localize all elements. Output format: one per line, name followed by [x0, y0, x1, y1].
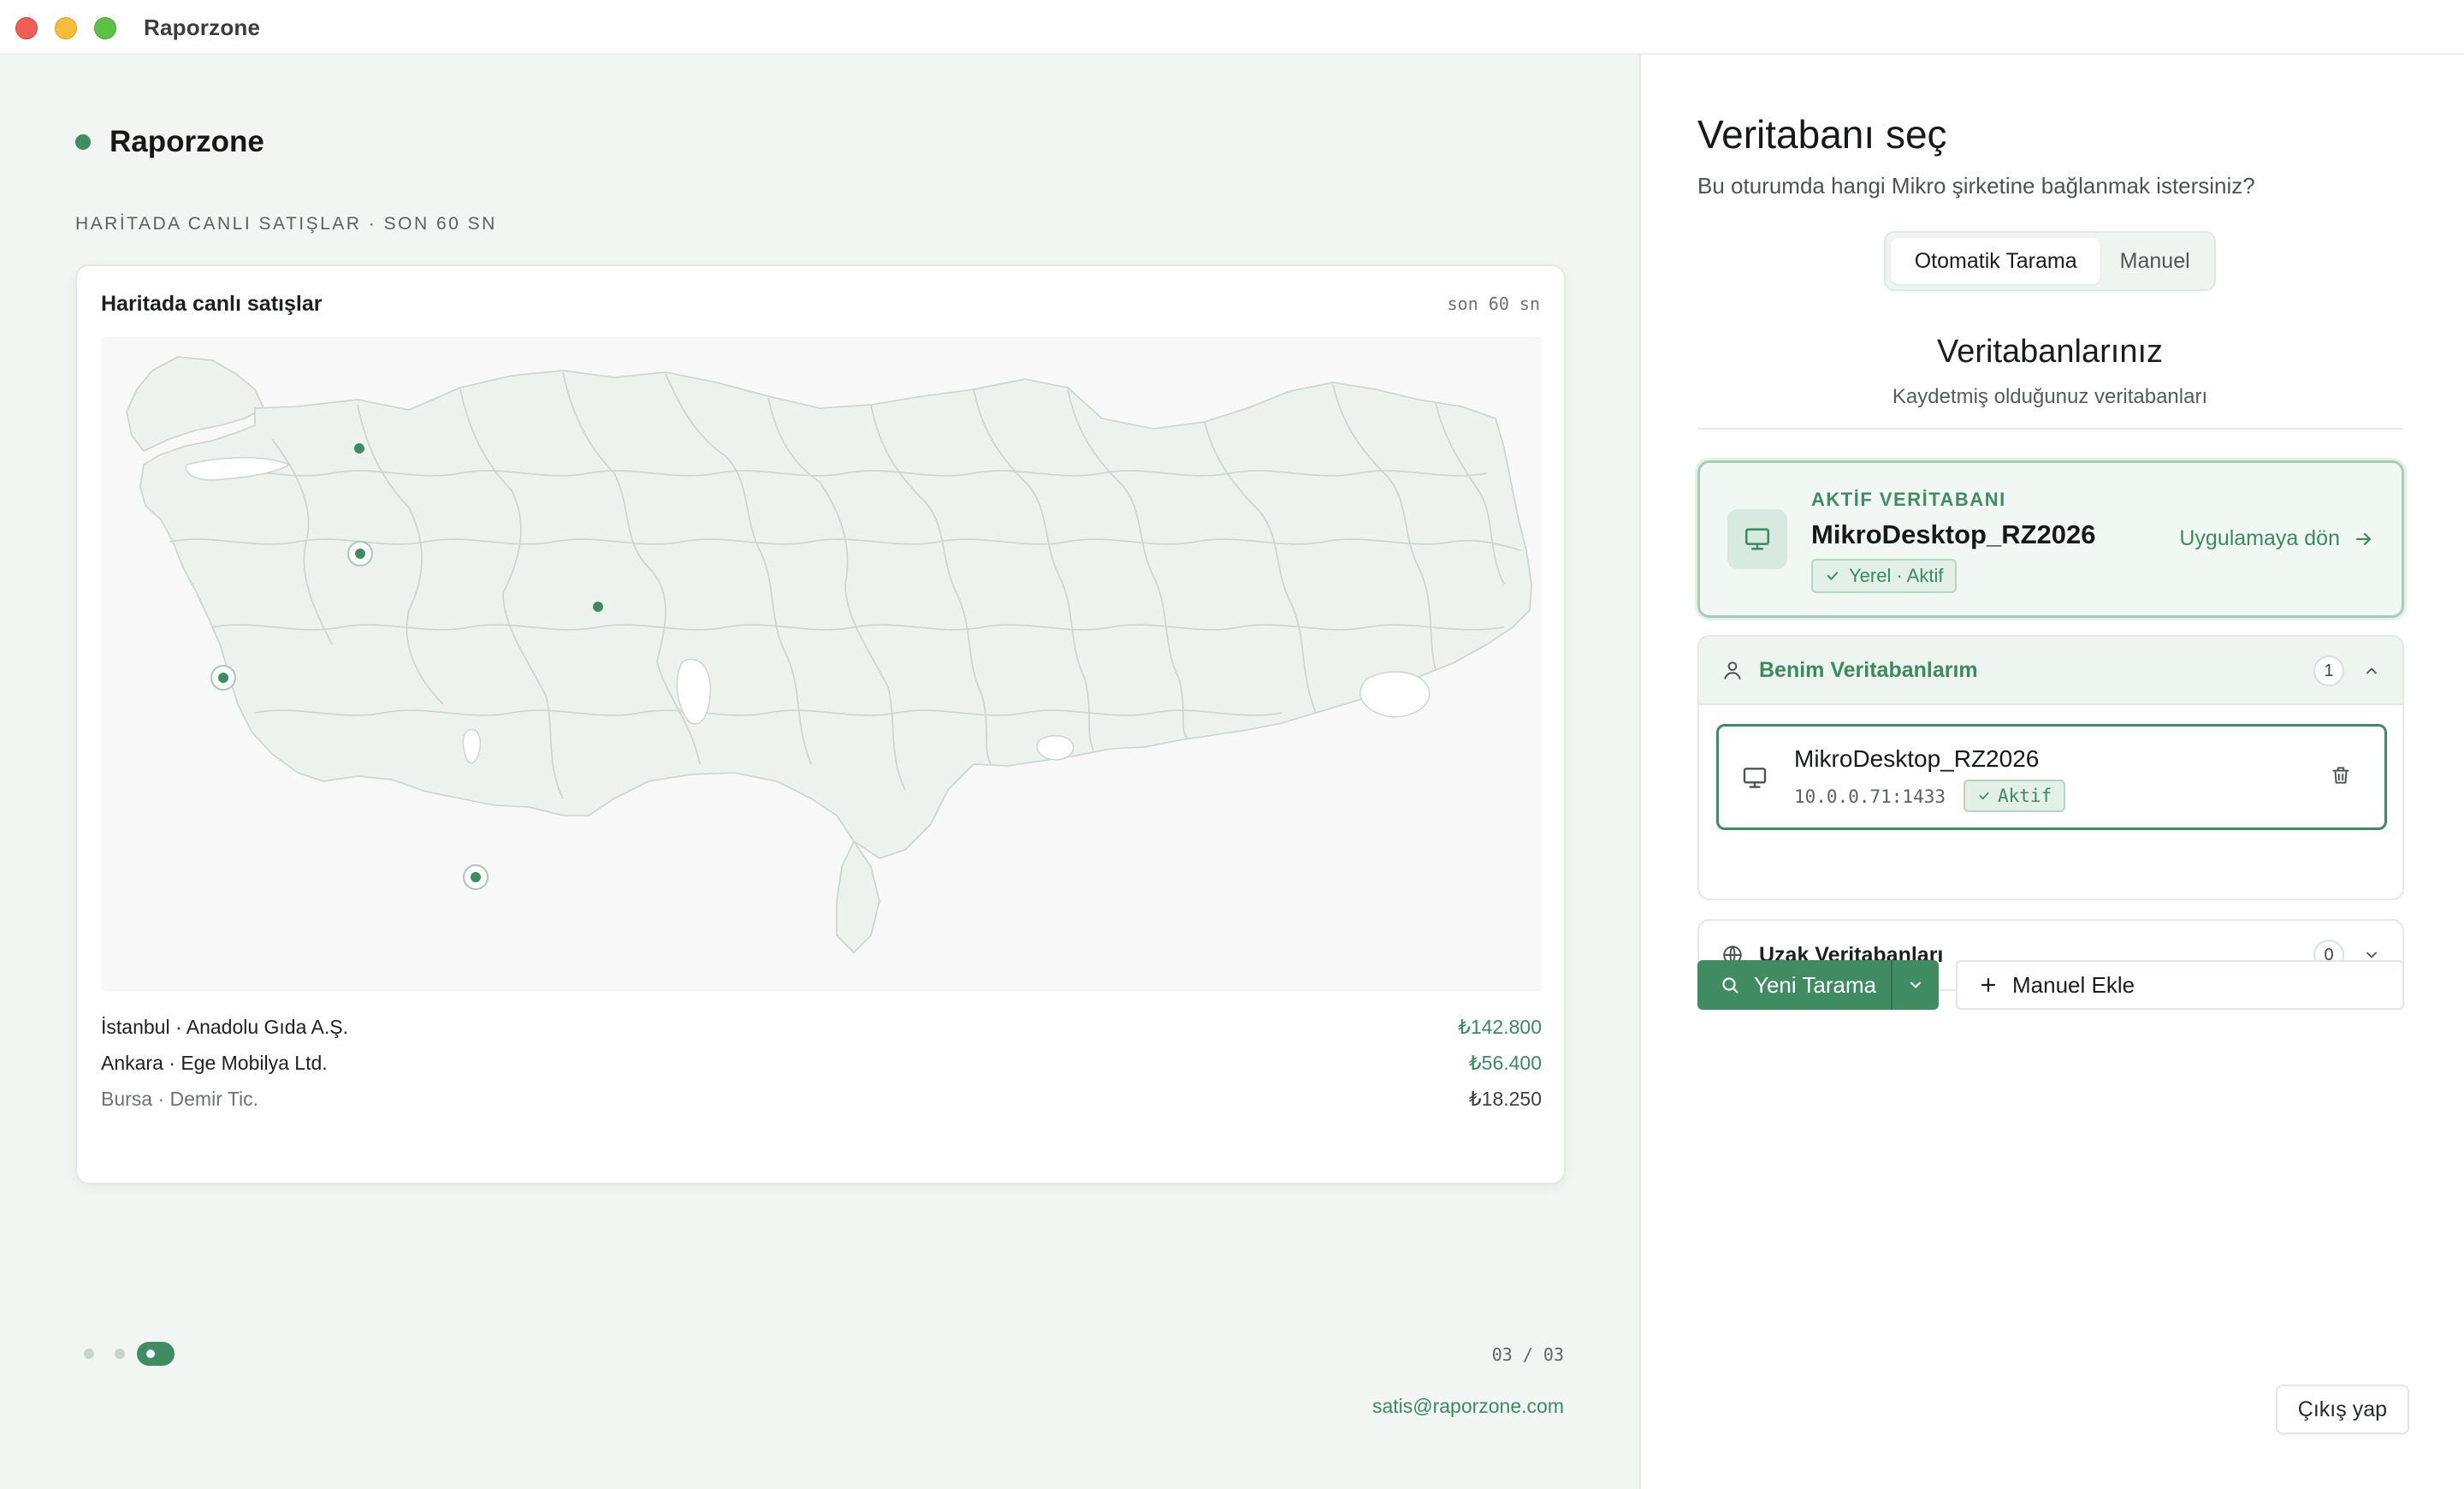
pin-ankara[interactable] [593, 602, 603, 612]
mode-tabs: Otomatik Tarama Manuel [1884, 231, 2216, 291]
monitor-icon [1743, 768, 1767, 788]
new-scan-dropdown-toggle[interactable] [1891, 960, 1939, 1010]
chevron-up-icon[interactable] [2363, 662, 2380, 679]
map-region-hatay [836, 840, 880, 953]
page-subtitle: Bu oturumda hangi Mikro şirketine bağlan… [1697, 173, 2255, 199]
turkey-map-svg [126, 356, 1532, 953]
check-icon [1979, 792, 1989, 800]
pin-antalya[interactable] [463, 864, 489, 890]
new-scan-split-button: Yeni Tarama [1697, 960, 1939, 1010]
chevron-down-icon [1910, 982, 1921, 988]
my-databases-count: 1 [2313, 656, 2344, 686]
page-count: 03 / 03 [1491, 1344, 1564, 1365]
databases-heading: Veritabanlarınız [1936, 334, 2164, 370]
section-label: HARİTADA CANLI SATIŞLAR · SON 60 SN [75, 214, 497, 234]
database-select-panel: Veritabanı seç Bu oturumda hangi Mikro ş… [1643, 55, 2464, 1489]
sale-location: Bursa · Demir Tic. [101, 1087, 259, 1110]
monitor-icon [1744, 528, 1770, 550]
map-card-timeframe: son 60 sn [1447, 294, 1540, 314]
status-badge: Aktif [1964, 780, 2066, 812]
pager-dot-3-active[interactable] [137, 1342, 175, 1366]
window-titlebar: Raporzone [0, 0, 2464, 55]
active-database-icon-box [1727, 509, 1787, 569]
pin-istanbul[interactable] [354, 443, 364, 454]
sale-amount: ₺18.250 [1469, 1087, 1542, 1110]
active-database-card: AKTİF VERİTABANI MikroDesktop_RZ2026 Yer… [1697, 460, 2404, 618]
manual-add-label: Manuel Ekle [2012, 971, 2135, 998]
database-host: 10.0.0.71:1433 [1794, 786, 1946, 807]
pin-izmir[interactable] [210, 665, 236, 691]
plus-icon [1981, 977, 1996, 993]
sales-list: İstanbul · Anadolu Gıda A.Ş. ₺142.800 An… [101, 1009, 1542, 1117]
window-maximize-button[interactable] [94, 17, 116, 39]
window-minimize-button[interactable] [55, 17, 77, 39]
status-badge: Yerel · Aktif [1811, 559, 1958, 593]
return-to-app-label: Uygulamaya dön [2179, 526, 2340, 550]
turkey-map [101, 336, 1542, 992]
new-scan-button[interactable]: Yeni Tarama [1697, 960, 1891, 1010]
my-databases-header[interactable]: Benim Veritabanlarım 1 [1699, 637, 2402, 705]
active-database-name: MikroDesktop_RZ2026 [1811, 519, 2096, 549]
database-name: MikroDesktop_RZ2026 [1794, 745, 2040, 772]
logout-button[interactable]: Çıkış yap [2275, 1385, 2409, 1434]
arrow-right-icon [2355, 532, 2372, 545]
map-card-title: Haritada canlı satışlar [101, 292, 323, 316]
brand-dot-icon [75, 134, 91, 150]
manual-add-button[interactable]: Manuel Ekle [1956, 960, 2404, 1010]
database-list-item[interactable]: MikroDesktop_RZ2026 10.0.0.71:1433 Aktif [1716, 724, 2387, 830]
status-badge-label: Yerel · Aktif [1849, 565, 1944, 586]
brand-name: Raporzone [110, 125, 264, 158]
sales-list-item[interactable]: İstanbul · Anadolu Gıda A.Ş. ₺142.800 [101, 1009, 1542, 1045]
contact-email-link[interactable]: satis@raporzone.com [1372, 1395, 1564, 1418]
left-panel: Raporzone HARİTADA CANLI SATIŞLAR · SON … [0, 55, 1641, 1489]
carousel-pager [84, 1342, 175, 1366]
trash-icon[interactable] [2330, 764, 2352, 786]
active-database-label: AKTİF VERİTABANI [1811, 489, 2006, 510]
live-sales-map-card: Haritada canlı satışlar son 60 sn İstanb… [75, 264, 1566, 1184]
brand: Raporzone [75, 125, 264, 159]
search-icon [1722, 977, 1738, 994]
status-badge-label: Aktif [1998, 786, 2052, 806]
tab-manual[interactable]: Manuel [2100, 238, 2209, 284]
check-icon [1827, 572, 1839, 580]
sale-amount: ₺56.400 [1469, 1051, 1542, 1074]
sales-list-item[interactable]: Bursa · Demir Tic. ₺18.250 [101, 1081, 1542, 1117]
sale-location: İstanbul · Anadolu Gıda A.Ş. [101, 1015, 348, 1038]
window-close-button[interactable] [15, 17, 38, 39]
database-actions: Yeni Tarama Manuel Ekle [1697, 960, 2404, 1010]
pager-dot-2[interactable] [115, 1349, 125, 1359]
window-title: Raporzone [144, 15, 261, 40]
sale-location: Ankara · Ege Mobilya Ltd. [101, 1051, 328, 1074]
sale-amount: ₺142.800 [1458, 1015, 1542, 1038]
pin-bursa[interactable] [347, 541, 373, 567]
sales-list-item[interactable]: Ankara · Ege Mobilya Ltd. ₺56.400 [101, 1045, 1542, 1081]
divider [1697, 428, 2402, 430]
new-scan-label: Yeni Tarama [1754, 971, 1877, 998]
my-databases-group: Benim Veritabanlarım 1 MikroDesktop_RZ20… [1697, 635, 2404, 900]
my-databases-title: Benim Veritabanlarım [1759, 657, 1978, 682]
return-to-app-link[interactable]: Uygulamaya dön [2179, 526, 2374, 551]
page-title: Veritabanı seç [1697, 112, 1947, 157]
databases-subheading: Kaydetmiş olduğunuz veritabanları [1892, 385, 2208, 408]
map-region-anatolia [139, 370, 1532, 859]
user-icon [1724, 661, 1741, 679]
tab-automatic-scan[interactable]: Otomatik Tarama [1891, 238, 2101, 284]
map-lake-van [1359, 671, 1430, 718]
map-lake-ataturk-dam [1036, 735, 1075, 761]
pager-dot-1[interactable] [84, 1349, 94, 1359]
